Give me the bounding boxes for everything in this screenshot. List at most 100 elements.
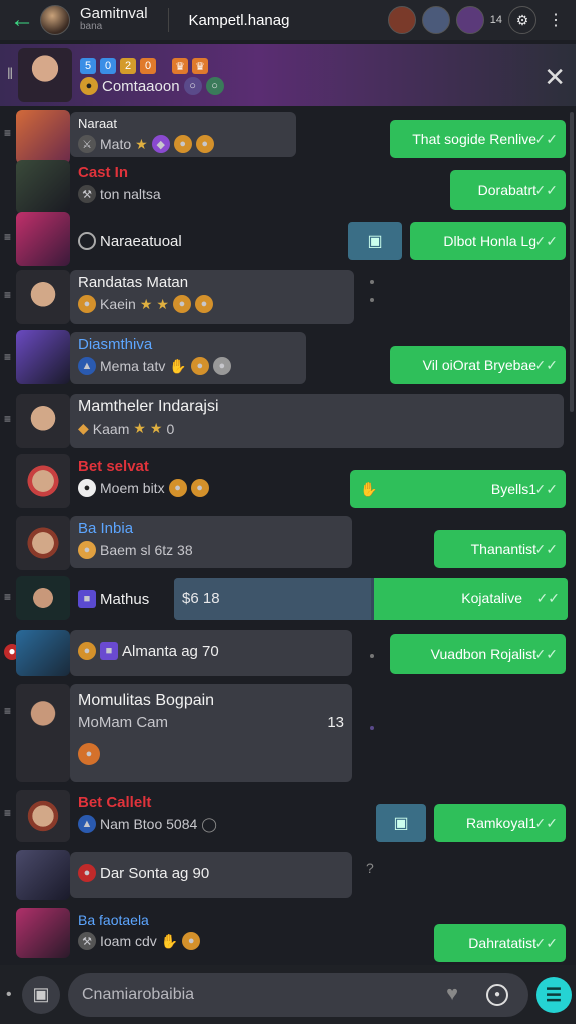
message-bubble[interactable]: Naraeatuoal bbox=[70, 222, 270, 258]
read-tick-icon: ✓✓ bbox=[534, 356, 558, 373]
sender-sub: Mato bbox=[100, 136, 132, 152]
back-arrow-icon[interactable]: ← bbox=[4, 2, 40, 38]
avatar[interactable] bbox=[16, 684, 70, 782]
coin-icon: ● bbox=[190, 357, 209, 375]
diamond-icon: ◆ bbox=[78, 420, 89, 436]
avatar[interactable] bbox=[16, 790, 70, 842]
badge-icon: 0 bbox=[140, 58, 156, 74]
message-bubble[interactable]: Naraat ⚔ Mato ★ ◆ ● ● bbox=[70, 112, 296, 157]
game-icon[interactable] bbox=[387, 6, 416, 34]
star-icon: ★ bbox=[156, 295, 169, 312]
pinned-banner[interactable]: ‖ 5 0 2 0 ♛ ♛ ● Comtaaoon ○ ○ ✕ bbox=[0, 44, 576, 106]
sender-name: Diasmthiva bbox=[78, 336, 153, 353]
gem-icon: ◆ bbox=[151, 135, 170, 153]
avatar[interactable] bbox=[16, 394, 70, 448]
sender-name: Dar Sonta ag 90 bbox=[100, 864, 210, 882]
outgoing-message[interactable]: That sogide Renlive ✓✓ bbox=[390, 120, 566, 158]
message-bubble[interactable]: Mamtheler Indarajsi ◆ Kaam ★ ★ 0 bbox=[70, 394, 564, 448]
dot bbox=[370, 280, 374, 284]
read-tick-icon: ✓✓ bbox=[536, 590, 560, 606]
outgoing-message[interactable]: Dorabatrt ✓✓ bbox=[450, 170, 566, 210]
avatar[interactable] bbox=[16, 212, 70, 266]
banner-text: 5 0 2 0 ♛ ♛ ● Comtaaoon ○ ○ bbox=[80, 55, 224, 95]
star-icon: ★ bbox=[149, 420, 163, 436]
settings-icon[interactable]: ⚙ bbox=[508, 6, 536, 34]
avatar[interactable] bbox=[16, 270, 70, 324]
read-tick-icon: ✓✓ bbox=[534, 480, 558, 497]
outgoing-message[interactable]: Dahratatist ✓✓ bbox=[434, 924, 566, 962]
badge-icon: ■ bbox=[78, 590, 96, 608]
profile-icon[interactable] bbox=[421, 6, 450, 34]
outgoing-message[interactable]: Vuadbon Rojalist ✓✓ bbox=[390, 634, 566, 674]
message-bubble[interactable]: ■ Mathus bbox=[70, 580, 170, 616]
crown-icon: ♛ bbox=[192, 58, 208, 74]
avatar[interactable] bbox=[16, 110, 70, 164]
progress-message[interactable]: $6 18 Kojatalive ✓✓ bbox=[174, 578, 568, 620]
avatar[interactable] bbox=[16, 160, 70, 214]
avatar[interactable] bbox=[16, 630, 70, 676]
attachment-button[interactable]: ▣ bbox=[376, 804, 426, 842]
avatar[interactable] bbox=[16, 850, 70, 900]
channel-name[interactable]: Kampetl.hanag bbox=[189, 12, 290, 29]
sender-sub: Baem sl 6tz 38 bbox=[100, 542, 193, 558]
message-text: Vuadbon Rojalist bbox=[430, 646, 536, 662]
banner-avatar[interactable] bbox=[18, 48, 72, 102]
sender-name: Ba faotaela bbox=[78, 912, 149, 928]
gallery-icon[interactable]: ▣ bbox=[22, 975, 60, 1014]
topbar-actions: 14 ⚙ ⋮ bbox=[387, 6, 570, 34]
clock-icon bbox=[78, 232, 96, 250]
star-icon: ★ bbox=[133, 420, 146, 436]
message-bubble[interactable]: Bet selvat ● Moem bitx ● ● bbox=[70, 454, 270, 506]
message-bubble[interactable]: Cast In ⚒ ton naltsa bbox=[70, 160, 210, 212]
coin-icon: ● bbox=[194, 295, 213, 313]
avatar[interactable] bbox=[16, 516, 70, 570]
close-icon[interactable]: ✕ bbox=[544, 62, 566, 93]
message-text: Dlbot Honla Lg bbox=[443, 233, 536, 249]
dot: • bbox=[6, 985, 12, 1003]
message-bubble[interactable]: Bet Callelt ▲ Nam Btoo 5084 ◯ bbox=[70, 790, 270, 842]
chat-avatar[interactable] bbox=[40, 5, 70, 35]
message-bubble[interactable]: Momulitas Bogpain MoMam Cam 13 ● bbox=[70, 684, 352, 782]
profile-icon-2[interactable] bbox=[455, 6, 484, 34]
send-button[interactable]: ☰ bbox=[536, 977, 572, 1013]
outgoing-message[interactable]: Ramkoyal1 ✓✓ bbox=[434, 804, 566, 842]
thumbs-up-icon: ✋ bbox=[360, 480, 378, 497]
progress-value: $6 18 bbox=[182, 590, 220, 607]
outgoing-message[interactable]: Dlbot Honla Lg ✓✓ bbox=[410, 222, 566, 260]
more-icon[interactable]: ⋮ bbox=[542, 6, 570, 34]
emoji-icon[interactable]: ● bbox=[486, 983, 508, 1006]
attachment-button[interactable]: ▣ bbox=[348, 222, 402, 260]
message-bubble[interactable]: Ba faotaela ⚒ Ioam cdv ✋ ● bbox=[70, 908, 270, 958]
sender-sub: Ioam cdv bbox=[100, 933, 157, 949]
sender-name: Momulitas Bogpain bbox=[78, 692, 215, 709]
read-tick-icon: ✓✓ bbox=[534, 232, 558, 249]
star-icon: ★ bbox=[139, 295, 153, 312]
sender-name: Randatas Matan bbox=[78, 274, 189, 291]
outgoing-message[interactable]: ✋ Byells1 ✓✓ bbox=[350, 470, 566, 508]
outgoing-message[interactable]: Thanantist ✓✓ bbox=[434, 530, 566, 568]
avatar[interactable] bbox=[16, 330, 70, 384]
heart-icon[interactable]: ♥ bbox=[446, 983, 458, 1006]
top-bar: ← Gamitnval bana Kampetl.hanag 14 ⚙ ⋮ bbox=[0, 0, 576, 40]
chat-title-block[interactable]: Gamitnval bana bbox=[80, 6, 148, 33]
sender-sub: Nam Btoo 5084 bbox=[100, 816, 198, 832]
badge-icon: 0 bbox=[100, 58, 116, 74]
message-input[interactable]: Cnamiarobaibia ♥ ● bbox=[68, 972, 528, 1017]
shield-outline-icon: ◯ bbox=[201, 815, 217, 832]
outgoing-message[interactable]: Vil oiOrat Bryebae ✓✓ bbox=[390, 346, 566, 384]
tool-icon: ⚒ bbox=[78, 932, 96, 950]
sword-icon: ⚔ bbox=[78, 135, 96, 153]
avatar[interactable] bbox=[16, 576, 70, 620]
coin-icon: ● bbox=[212, 357, 231, 375]
message-bubble[interactable]: ● Dar Sonta ag 90 bbox=[70, 852, 352, 898]
message-bubble[interactable]: ● ■ Almanta ag 70 bbox=[70, 630, 352, 676]
avatar[interactable] bbox=[16, 454, 70, 508]
coin-icon: ● bbox=[172, 295, 191, 313]
message-bubble[interactable]: Ba Inbia ● Baem sl 6tz 38 bbox=[70, 516, 352, 568]
message-bubble[interactable]: Diasmthiva ▲ Mema tatv ✋ ● ● bbox=[70, 332, 306, 384]
typing-icon: ? bbox=[366, 860, 374, 876]
sender-name: Mathus bbox=[100, 590, 150, 608]
avatar[interactable] bbox=[16, 908, 70, 958]
message-bubble[interactable]: Randatas Matan ● Kaein ★ ★ ● ● bbox=[70, 270, 354, 324]
dot bbox=[370, 726, 374, 730]
